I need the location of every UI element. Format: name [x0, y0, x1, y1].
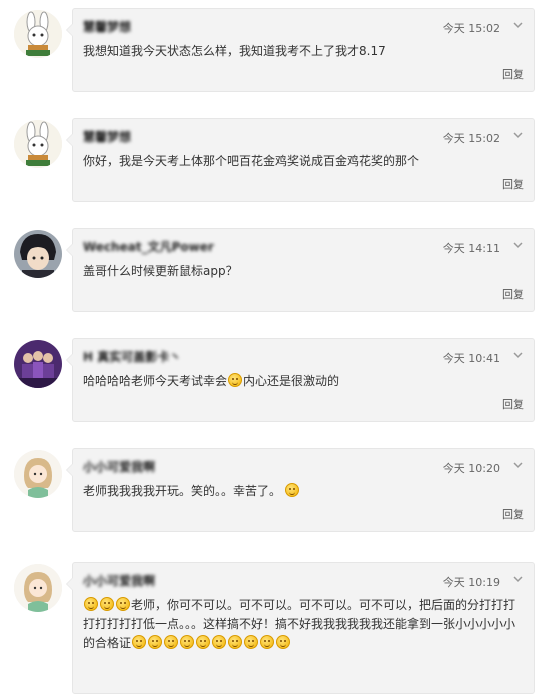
comment-text: 你好，我是今天考上体那个吧百花金鸡奖说成百金鸡花奖的那个 [83, 154, 420, 168]
crying-emoji-icon [84, 597, 98, 611]
crying-emoji-icon [276, 635, 291, 649]
timestamp: 今天 15:02 [442, 22, 500, 35]
chevron-down-icon[interactable] [511, 18, 525, 32]
crying-emoji-icon [116, 597, 130, 611]
crying-emoji-icon [180, 635, 195, 649]
reply-button[interactable]: 回复 [502, 66, 524, 82]
crying-emoji-icon [228, 635, 243, 649]
grin-emoji-icon [228, 373, 243, 387]
username[interactable]: 慧馨梦想 [83, 128, 131, 145]
rabbit-avatar[interactable] [14, 120, 62, 168]
timestamp: 今天 14:11 [442, 242, 500, 255]
group-photo-avatar[interactable] [14, 340, 62, 388]
username[interactable]: 小小可爱我啊 [83, 572, 155, 589]
comment-bubble: 小小可爱我啊 今天 10:20 老师我我我我开玩。笑的。。幸苦了。 回复 [66, 448, 535, 532]
reply-button[interactable]: 回复 [502, 506, 524, 522]
reply-button[interactable]: 回复 [502, 176, 524, 192]
timestamp: 今天 15:02 [442, 132, 500, 145]
crying-emoji-icon [164, 635, 179, 649]
rabbit-avatar[interactable] [14, 10, 62, 58]
comment-bubble: Wecheat_文凡Power 今天 14:11 盖哥什么时候更新鼠标app？ … [66, 228, 535, 312]
cartoon-girl-avatar[interactable] [14, 564, 62, 612]
username[interactable]: 小小可爱我啊 [83, 458, 155, 475]
comment-bubble: 慧馨梦想 今天 15:02 你好，我是今天考上体那个吧百花金鸡奖说成百金鸡花奖的… [66, 118, 535, 202]
crying-emoji-icon [212, 635, 227, 649]
comment-text: 老师我我我我开玩。笑的。。幸苦了。 [83, 482, 523, 500]
comment-text-part: 内心还是很激动的 [243, 374, 340, 388]
username[interactable]: H 真实可盖影卡丶 [83, 348, 181, 365]
username[interactable]: Wecheat_文凡Power [83, 238, 214, 255]
timestamp: 今天 10:41 [442, 352, 500, 365]
username[interactable]: 慧馨梦想 [83, 18, 131, 35]
anime-boy-avatar[interactable] [14, 230, 62, 278]
comment-bubble: H 真实可盖影卡丶 今天 10:41 哈哈哈哈老师今天考试幸会 内心还是很激动的 … [66, 338, 535, 422]
crying-emoji-icon [100, 597, 114, 611]
crying-emoji-icon [196, 635, 211, 649]
crying-emoji-icon [148, 635, 163, 649]
comment-text: 我想知道我今天状态怎么样，我知道我考不上了我才8.17 [83, 44, 386, 58]
comment-text: 老师，你可不可以。可不可以。可不可以。可不可以，把后面的分打打打打打打打打低一点… [83, 596, 523, 653]
laughing-emoji-icon [285, 483, 300, 497]
comment-bubble: 慧馨梦想 今天 15:02 我想知道我今天状态怎么样，我知道我考不上了我才8.1… [66, 8, 535, 92]
cartoon-girl-avatar[interactable] [14, 450, 62, 498]
comment-bubble: 小小可爱我啊 今天 10:19 老师，你可不可以。可不可以。可不可以。可不可以，… [66, 562, 535, 694]
comment-text-part: 老师我我我我开玩。笑的。。幸苦了。 [83, 484, 282, 498]
reply-button[interactable]: 回复 [502, 396, 524, 412]
chevron-down-icon[interactable] [511, 458, 525, 472]
comment-text-part: 哈哈哈哈老师今天考试幸会 [83, 374, 228, 388]
crying-emoji-icon [132, 635, 147, 649]
comment-feed: 慧馨梦想 今天 15:02 我想知道我今天状态怎么样，我知道我考不上了我才8.1… [0, 0, 550, 700]
reply-button[interactable]: 回复 [502, 286, 524, 302]
chevron-down-icon[interactable] [511, 238, 525, 252]
timestamp: 今天 10:20 [442, 462, 500, 475]
chevron-down-icon[interactable] [511, 128, 525, 142]
comment-text: 盖哥什么时候更新鼠标app？ [83, 264, 238, 278]
crying-emoji-icon [260, 635, 275, 649]
comment-text: 哈哈哈哈老师今天考试幸会 内心还是很激动的 [83, 372, 523, 390]
chevron-down-icon[interactable] [511, 572, 525, 586]
crying-emoji-icon [244, 635, 259, 649]
chevron-down-icon[interactable] [511, 348, 525, 362]
timestamp: 今天 10:19 [442, 576, 500, 589]
